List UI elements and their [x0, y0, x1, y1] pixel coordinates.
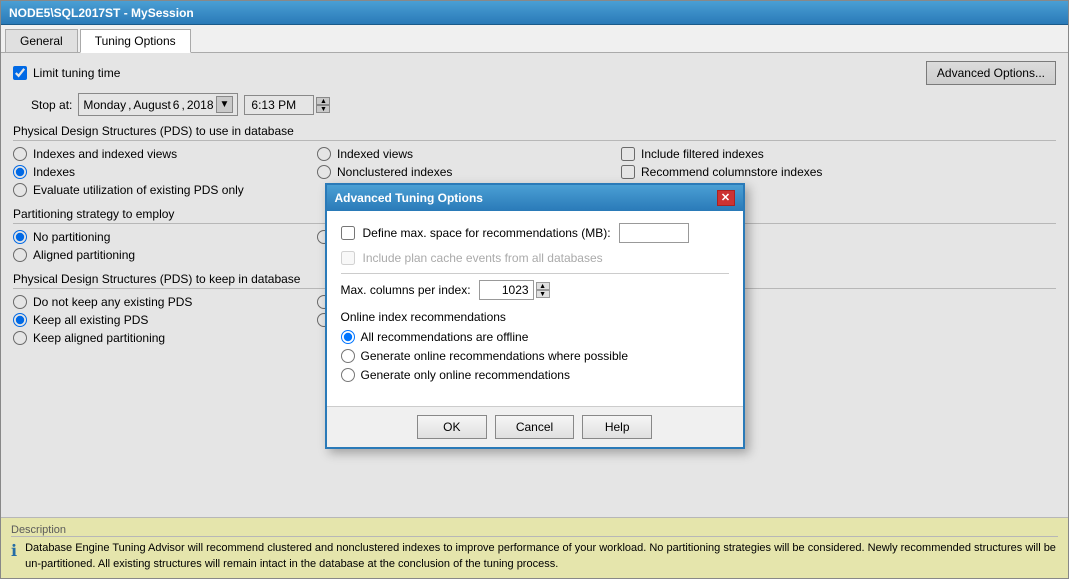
include-plan-cache-row: Include plan cache events from all datab… [341, 251, 729, 265]
online-radio-1[interactable] [341, 349, 355, 363]
max-columns-input[interactable] [479, 280, 534, 300]
max-columns-row: Max. columns per index: ▲ ▼ [341, 280, 729, 300]
help-button[interactable]: Help [582, 415, 652, 439]
max-columns-label: Max. columns per index: [341, 283, 471, 297]
max-col-down[interactable]: ▼ [536, 290, 550, 298]
online-section-label: Online index recommendations [341, 310, 729, 324]
define-max-space-input[interactable] [619, 223, 689, 243]
main-window: NODE5\SQL2017ST - MySession General Tuni… [0, 0, 1069, 579]
modal-footer: OK Cancel Help [327, 406, 743, 447]
advanced-tuning-modal: Advanced Tuning Options ✕ Define max. sp… [325, 183, 745, 449]
max-columns-input-wrapper: ▲ ▼ [479, 280, 550, 300]
modal-close-button[interactable]: ✕ [717, 190, 735, 206]
cancel-button[interactable]: Cancel [495, 415, 574, 439]
online-label-1: Generate online recommendations where po… [361, 349, 629, 363]
online-label-2: Generate only online recommendations [361, 368, 570, 382]
modal-body: Define max. space for recommendations (M… [327, 211, 743, 406]
modal-title-bar: Advanced Tuning Options ✕ [327, 185, 743, 211]
modal-title: Advanced Tuning Options [335, 191, 483, 205]
define-max-space-label: Define max. space for recommendations (M… [363, 226, 611, 240]
content-area: Limit tuning time Advanced Options... St… [1, 53, 1068, 578]
online-opt-0: All recommendations are offline [341, 330, 729, 344]
title-bar: NODE5\SQL2017ST - MySession [1, 1, 1068, 25]
online-opt-1: Generate online recommendations where po… [341, 349, 729, 363]
include-plan-cache-checkbox [341, 251, 355, 265]
modal-overlay: Advanced Tuning Options ✕ Define max. sp… [1, 53, 1068, 578]
modal-separator [341, 273, 729, 274]
online-radio-group: All recommendations are offline Generate… [341, 330, 729, 382]
tab-bar: General Tuning Options [1, 25, 1068, 53]
online-label-0: All recommendations are offline [361, 330, 529, 344]
define-max-space-checkbox[interactable] [341, 226, 355, 240]
online-radio-0[interactable] [341, 330, 355, 344]
online-opt-2: Generate only online recommendations [341, 368, 729, 382]
include-plan-cache-label: Include plan cache events from all datab… [363, 251, 603, 265]
ok-button[interactable]: OK [417, 415, 487, 439]
online-section: Online index recommendations All recomme… [341, 310, 729, 382]
max-col-up[interactable]: ▲ [536, 282, 550, 290]
online-radio-2[interactable] [341, 368, 355, 382]
window-title: NODE5\SQL2017ST - MySession [9, 6, 194, 20]
tab-general[interactable]: General [5, 29, 78, 52]
max-columns-spinner: ▲ ▼ [536, 282, 550, 298]
define-max-space-row: Define max. space for recommendations (M… [341, 223, 729, 243]
tab-tuning-options[interactable]: Tuning Options [80, 29, 191, 53]
